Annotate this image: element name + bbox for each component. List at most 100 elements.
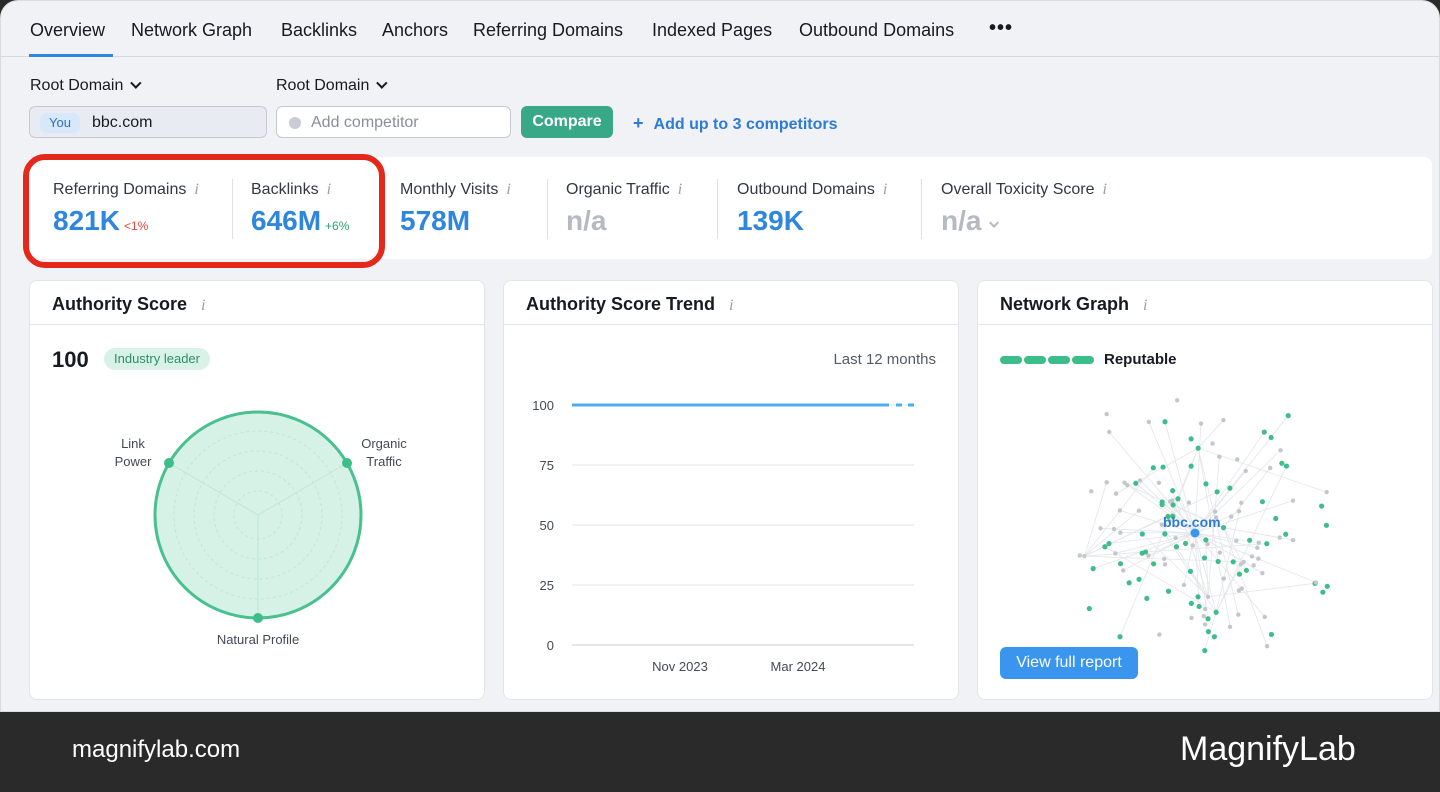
metric-value: n/a	[941, 205, 982, 236]
tab-outbound-domains[interactable]: Outbound Domains	[799, 20, 954, 41]
metric-value: 139K	[737, 205, 804, 236]
metric-label: Organic Traffic	[566, 181, 670, 198]
network-node	[1181, 582, 1187, 588]
network-node	[1188, 436, 1194, 442]
network-node	[1290, 537, 1296, 543]
network-center-label: bbc.com	[1163, 514, 1221, 530]
network-node	[1150, 465, 1156, 471]
active-tab-indicator	[29, 54, 113, 57]
network-node	[1241, 559, 1246, 565]
add-competitors-link[interactable]: + Add up to 3 competitors	[633, 113, 838, 134]
network-node	[1243, 567, 1250, 573]
network-node	[1188, 463, 1194, 469]
network-node	[1113, 551, 1118, 556]
network-node	[1117, 508, 1123, 513]
app-window: Overview Network Graph Backlinks Anchors…	[0, 0, 1440, 712]
network-node	[1126, 580, 1132, 586]
network-node	[1279, 460, 1285, 466]
metric-toxicity-score[interactable]: Overall Toxicity Score i n/a	[941, 181, 1107, 237]
network-node	[1146, 553, 1151, 558]
tab-overview[interactable]: Overview	[30, 20, 105, 41]
network-node	[1236, 571, 1243, 577]
metric-divider	[547, 179, 548, 239]
more-dots-icon[interactable]: •••	[989, 17, 1013, 40]
network-node	[1228, 514, 1234, 519]
tab-referring-domains[interactable]: Referring Domains	[473, 20, 623, 41]
y-tick-label: 50	[540, 518, 554, 533]
competitor-field[interactable]	[276, 106, 511, 138]
info-icon[interactable]: i	[506, 181, 510, 199]
network-node	[1217, 550, 1223, 555]
metric-outbound-domains[interactable]: Outbound Domains i 139K	[737, 181, 887, 237]
metric-label: Outbound Domains	[737, 181, 875, 198]
domain-value: bbc.com	[92, 114, 153, 131]
network-node	[1319, 503, 1325, 509]
domain-field[interactable]: You bbc.com	[29, 106, 267, 138]
network-node	[1210, 441, 1215, 446]
chevron-down-icon[interactable]	[989, 218, 1000, 228]
network-node	[1320, 589, 1326, 595]
network-node	[1187, 568, 1194, 575]
plus-icon: +	[633, 113, 644, 133]
network-node	[1201, 555, 1208, 561]
network-node	[1121, 568, 1126, 573]
network-node	[1090, 566, 1096, 572]
network-edge	[1148, 532, 1196, 556]
network-node	[1173, 544, 1180, 550]
view-full-report-button[interactable]: View full report	[1000, 647, 1138, 679]
network-node	[1162, 531, 1168, 537]
network-node	[1203, 481, 1209, 487]
network-node	[1111, 526, 1117, 532]
radar-point-link-power	[164, 458, 174, 468]
competitor-input[interactable]	[311, 111, 501, 135]
network-node	[1259, 499, 1266, 505]
network-node	[1221, 576, 1226, 581]
metric-monthly-visits[interactable]: Monthly Visits i 578M	[400, 181, 511, 237]
add-competitors-label: Add up to 3 competitors	[653, 116, 838, 133]
network-node	[1268, 631, 1275, 638]
network-node	[1106, 540, 1112, 547]
info-icon[interactable]: i	[883, 181, 887, 199]
tab-indexed-pages[interactable]: Indexed Pages	[652, 20, 772, 41]
competitor-root-domain-dropdown[interactable]: Root Domain	[276, 77, 388, 95]
metric-organic-traffic[interactable]: Organic Traffic i n/a	[566, 181, 682, 237]
network-node	[1162, 556, 1167, 562]
tab-bar: Overview Network Graph Backlinks Anchors…	[1, 1, 1439, 57]
network-node	[1313, 580, 1319, 585]
authority-score-trend-card: Authority Score Trend i Last 12 months 02…	[503, 280, 959, 700]
network-node	[1249, 554, 1255, 559]
chevron-down-icon	[130, 77, 142, 89]
network-node	[1234, 538, 1239, 543]
authority-score-card: Authority Score i 100 Industry leader Lin…	[29, 280, 485, 700]
network-node	[1139, 531, 1145, 537]
root-domain-dropdown[interactable]: Root Domain	[30, 77, 142, 95]
network-node	[1122, 480, 1127, 485]
network-node	[1188, 600, 1194, 606]
network-node	[1205, 541, 1210, 547]
screenshot-frame: Overview Network Graph Backlinks Anchors…	[0, 0, 1440, 792]
tab-network-graph[interactable]: Network Graph	[131, 20, 252, 41]
footer-website: magnifylab.com	[72, 736, 241, 763]
trend-line-chart: 0 25 50 75 100 Nov 2023 Mar 2024	[532, 398, 914, 674]
network-node	[1255, 545, 1260, 550]
dropdown-label: Root Domain	[30, 77, 124, 94]
network-node	[1203, 622, 1208, 627]
network-node	[1144, 595, 1150, 601]
radar-label-organic-traffic: Organic Traffic	[354, 435, 414, 471]
network-node	[1159, 499, 1165, 505]
network-node	[1195, 594, 1201, 600]
metric-value: 578M	[400, 205, 471, 236]
info-icon[interactable]: i	[678, 181, 682, 199]
compare-button[interactable]: Compare	[521, 106, 613, 138]
tab-anchors[interactable]: Anchors	[382, 20, 448, 41]
info-icon[interactable]: i	[1103, 181, 1107, 199]
radar-label-line: Power	[114, 454, 152, 469]
network-node	[1283, 463, 1290, 469]
highlight-box	[23, 154, 385, 268]
network-graph-visual[interactable]	[978, 281, 1434, 701]
x-tick-label: Mar 2024	[771, 659, 826, 674]
network-node	[1196, 603, 1202, 610]
tab-backlinks[interactable]: Backlinks	[281, 20, 357, 41]
network-node	[1283, 531, 1289, 537]
network-node	[1162, 562, 1168, 567]
